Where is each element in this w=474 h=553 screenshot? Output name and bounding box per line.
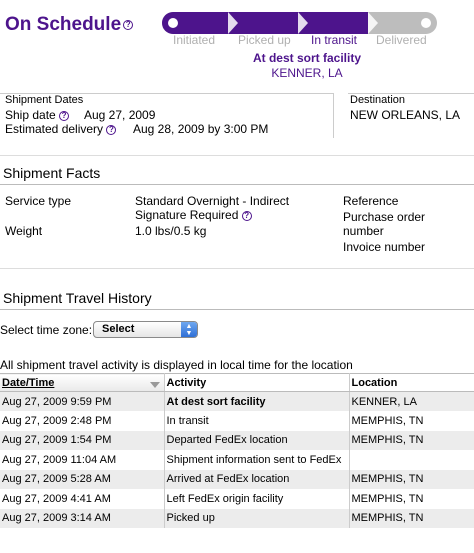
table-row: Aug 27, 2009 2:48 PM In transit MEMPHIS, T… xyxy=(0,411,474,431)
est-delivery-value: Aug 28, 2009 by 3:00 PM xyxy=(133,122,269,136)
cell-activity: Departed FedEx location xyxy=(164,430,350,450)
cell-activity: Shipment information sent to FedEx xyxy=(164,450,350,470)
weight-value: 1.0 lbs/0.5 kg xyxy=(135,224,207,238)
step-separator-icon xyxy=(298,12,308,34)
service-type-label: Service type xyxy=(5,194,72,208)
status-title-text: On Schedule xyxy=(5,14,122,35)
cell-datetime: Aug 27, 2009 11:04 AM xyxy=(0,450,165,470)
shipment-facts-heading: Shipment Facts xyxy=(3,165,101,181)
help-icon[interactable]: ? xyxy=(123,19,134,30)
progress-labels: Initiated Picked up In transit Delivered xyxy=(162,33,452,47)
cell-datetime: Aug 27, 2009 4:41 AM xyxy=(0,489,165,509)
invoice-number-label: Invoice number xyxy=(343,240,426,254)
cell-activity: At dest sort facility xyxy=(164,391,350,411)
progress-fill xyxy=(162,12,368,34)
table-row: Aug 27, 2009 9:59 PM At dest sort facilit… xyxy=(0,391,474,411)
cell-datetime: Aug 27, 2009 2:48 PM xyxy=(0,411,165,431)
timezone-select-value: Select xyxy=(102,323,135,335)
destination-panel: Destination NEW ORLEANS, LA xyxy=(348,93,474,138)
sort-desc-icon xyxy=(149,381,160,388)
status-title: On Schedule? xyxy=(5,14,134,36)
est-delivery-label: Estimated delivery ? xyxy=(5,122,117,136)
help-icon[interactable]: ? xyxy=(59,110,70,121)
signature-value: Signature Required xyxy=(135,208,239,222)
cell-activity: In transit xyxy=(164,411,350,431)
shipment-dates-heading: Shipment Dates xyxy=(5,94,84,106)
weight-label: Weight xyxy=(5,224,43,238)
timezone-label: Select time zone: xyxy=(0,323,93,337)
table-header-row: Date/Time Activity Location xyxy=(0,373,474,392)
step-separator-icon xyxy=(228,12,238,34)
travel-history-table: Date/Time Activity Location Aug 27, 2009… xyxy=(0,373,474,528)
end-dot-icon xyxy=(421,18,431,28)
ship-date-label: Ship date ? xyxy=(5,108,70,122)
step-separator-icon xyxy=(368,12,378,34)
cell-datetime: Aug 27, 2009 5:28 AM xyxy=(0,469,165,489)
cell-datetime: Aug 27, 2009 9:59 PM xyxy=(0,391,165,411)
column-header-datetime[interactable]: Date/Time xyxy=(0,373,165,392)
purchase-order-label: Purchase order xyxy=(343,210,426,224)
purchase-order-label-line2: number xyxy=(343,224,384,238)
divider xyxy=(0,268,474,269)
table-row: Aug 27, 2009 1:54 PM Departed FedEx locat… xyxy=(0,430,474,450)
step-label: Initiated xyxy=(173,33,216,47)
divider xyxy=(0,184,474,185)
table-row: Aug 27, 2009 11:04 AM Shipment informatio… xyxy=(0,450,474,470)
timezone-select[interactable]: Select ▲ ▼ xyxy=(93,321,198,338)
step-label: Delivered xyxy=(376,33,427,47)
help-icon[interactable]: ? xyxy=(106,124,117,135)
cell-location: MEMPHIS, TN xyxy=(351,492,424,505)
signature-row: Signature Required ? xyxy=(135,208,252,222)
cell-activity: Picked up xyxy=(164,508,350,528)
table-row: Aug 27, 2009 4:41 AM Left FedEx origin fa… xyxy=(0,489,474,509)
cell-activity: Left FedEx origin facility xyxy=(164,489,350,509)
table-row: Aug 27, 2009 3:14 AM Picked up MEMPHIS, TN xyxy=(0,508,474,528)
cell-datetime: Aug 27, 2009 3:14 AM xyxy=(0,508,165,528)
cell-location: MEMPHIS, TN xyxy=(349,430,474,450)
divider xyxy=(0,155,474,156)
progress-bar xyxy=(162,12,437,34)
destination-heading: Destination xyxy=(350,94,406,106)
cell-activity: Arrived at FedEx location xyxy=(164,469,350,489)
divider xyxy=(0,309,474,310)
column-header-datetime-label: Date/Time xyxy=(2,376,55,389)
table-row: Aug 27, 2009 5:28 AM Arrived at FedEx loc… xyxy=(0,469,474,489)
cell-location: MEMPHIS, TN xyxy=(349,508,474,528)
progress-track xyxy=(162,12,437,34)
travel-history-body: Aug 27, 2009 9:59 PM At dest sort facilit… xyxy=(0,391,474,528)
cell-location xyxy=(349,450,474,470)
cell-datetime: Aug 27, 2009 1:54 PM xyxy=(0,430,165,450)
start-dot-icon xyxy=(168,18,178,28)
cell-location: KENNER, LA xyxy=(349,391,474,411)
column-header-location[interactable]: Location xyxy=(349,373,474,392)
est-delivery-label-text: Estimated delivery xyxy=(5,122,104,136)
column-header-activity[interactable]: Activity xyxy=(164,373,350,392)
cell-location: MEMPHIS, TN xyxy=(349,469,474,489)
location-status-text: At dest sort facility xyxy=(252,51,362,65)
travel-note: All shipment travel activity is displaye… xyxy=(0,358,353,372)
service-type-value: Standard Overnight - Indirect xyxy=(135,194,290,208)
location-city-text: KENNER, LA xyxy=(271,66,343,80)
step-label: Picked up xyxy=(238,33,291,47)
help-icon[interactable]: ? xyxy=(241,210,252,221)
travel-history-heading: Shipment Travel History xyxy=(3,290,152,306)
destination-value: NEW ORLEANS, LA xyxy=(350,108,461,122)
step-label-current: In transit xyxy=(311,33,358,47)
select-arrows-icon[interactable]: ▲ ▼ xyxy=(181,322,197,337)
shipment-dates-panel: Shipment Dates Ship date ? Aug 27, 2009 … xyxy=(0,93,334,138)
ship-date-label-text: Ship date xyxy=(5,108,56,122)
cell-location: MEMPHIS, TN xyxy=(351,414,424,427)
ship-date-value: Aug 27, 2009 xyxy=(84,108,156,122)
current-location-status: At dest sort facility KENNER, LA xyxy=(238,51,376,81)
reference-label: Reference xyxy=(343,194,399,208)
